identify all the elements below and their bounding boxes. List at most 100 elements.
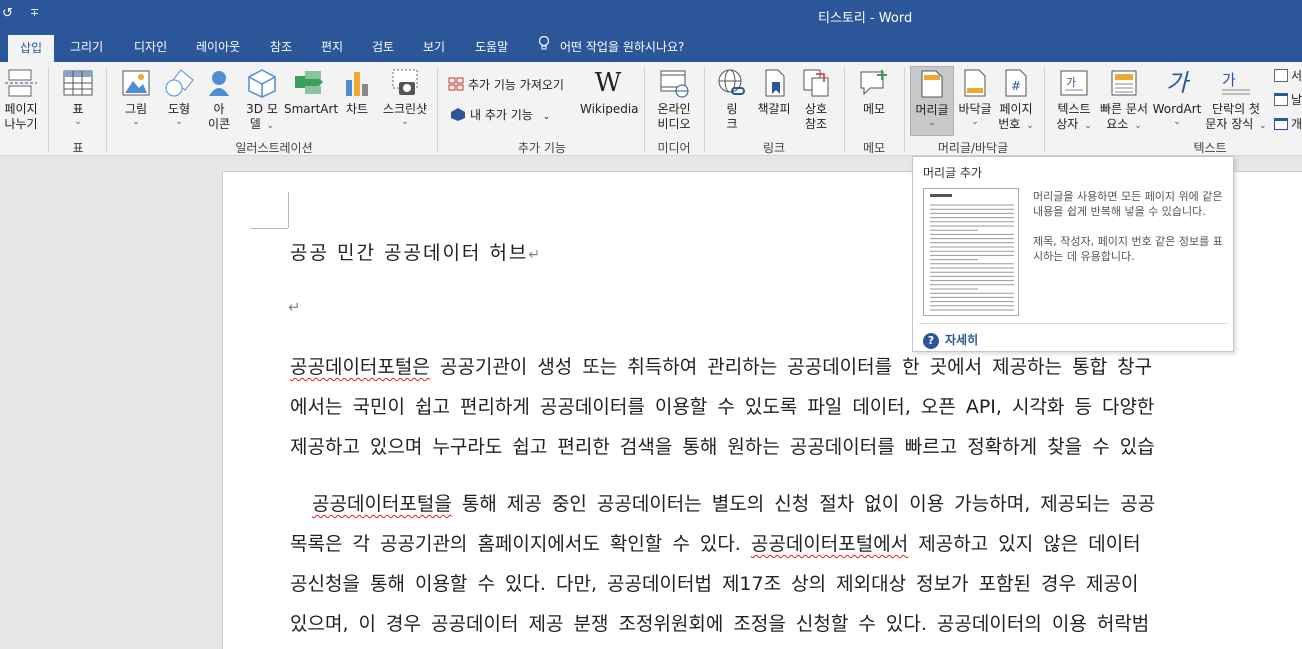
- tell-me-search[interactable]: 어떤 작업을 원하시나요?: [538, 32, 684, 62]
- signature-icon: [1274, 69, 1288, 82]
- page-number-label-1: 페이지: [999, 102, 1033, 116]
- group-separator: [1044, 68, 1045, 152]
- icons-button[interactable]: 아 이콘: [200, 68, 238, 132]
- undo-icon[interactable]: ↺: [2, 6, 13, 21]
- page-break-button[interactable]: 페이지 나누기: [0, 68, 42, 132]
- online-video-label-1: 온라인: [657, 102, 691, 116]
- text-line[interactable]: 있으며, 이 경우 공공데이터 제공 분쟁 조정위원회에 조정을 신청할 수 있…: [290, 609, 1149, 636]
- bookmark-label: 책갈피: [757, 102, 791, 116]
- spelling-error[interactable]: 공공데이터포털은: [290, 356, 430, 378]
- comment-label: 메모: [862, 102, 886, 116]
- spelling-error[interactable]: 공공데이터포털을: [312, 493, 452, 515]
- tab-draw[interactable]: 그리기: [58, 32, 115, 62]
- drop-cap-label-2: 문자 장식: [1205, 117, 1254, 131]
- wikipedia-button[interactable]: W Wikipedia: [580, 68, 639, 117]
- tell-me-more-link[interactable]: ? 자세히: [923, 331, 978, 349]
- date-time-button[interactable]: 날: [1274, 91, 1302, 108]
- group-separator: [844, 68, 845, 152]
- lightbulb-icon: [538, 32, 550, 62]
- document-heading-text: 공공 민간 공공데이터 허브: [290, 242, 529, 264]
- object-icon: [1274, 118, 1288, 130]
- group-label-header-footer: 머리글/바닥글: [937, 141, 1009, 155]
- online-video-label-2: 비디오: [657, 117, 691, 131]
- tab-references[interactable]: 참조: [258, 32, 304, 62]
- online-video-button[interactable]: 온라인 비디오: [650, 68, 698, 132]
- link-label-2: 크: [726, 117, 738, 131]
- picture-label: 그림: [124, 102, 148, 116]
- table-button[interactable]: 표 ⌄: [60, 68, 96, 127]
- object-label: 개: [1291, 117, 1302, 131]
- page-break-label-1: 페이지: [4, 102, 38, 116]
- text-run: 통해 제공 중인 공공데이터는 별도의 신청 절차 없이 이용 가능하며, 제공…: [451, 493, 1156, 515]
- ribbon: 페이지 나누기 표 ⌄ 표 그림 ⌄ 도형 ⌄ 아 이콘 3D 모 델 ⌄ Sm…: [0, 62, 1302, 156]
- text-line[interactable]: 목록은 각 공공기관의 홈페이지에서도 확인할 수 있다. 공공데이터포털에서 …: [290, 529, 1141, 556]
- wordart-button[interactable]: 가 WordArt ⌄: [1152, 68, 1202, 127]
- footer-button[interactable]: 바닥글 ⌄: [954, 68, 996, 127]
- margin-crop-mark: [288, 192, 289, 228]
- group-label-links: 링크: [762, 141, 786, 155]
- text-line[interactable]: 에서는 국민이 쉽고 편리하게 공공데이터를 이용할 수 있도록 파일 데이터,…: [290, 392, 1154, 419]
- text-run: 공공기관이 생성 또는 취득하여 관리하는 공공데이터를 한 곳에서 제공하는 …: [429, 356, 1153, 378]
- header-icon: [916, 69, 948, 99]
- quick-parts-label-2: 요소: [1106, 117, 1129, 131]
- my-addins-button[interactable]: 내 추가 기능 ⌄: [450, 106, 550, 123]
- smartart-button[interactable]: SmartArt: [284, 68, 338, 117]
- header-button[interactable]: 머리글 ⌄: [910, 66, 954, 136]
- customize-quick-access-icon[interactable]: ∓: [30, 6, 39, 19]
- empty-paragraph[interactable]: ↵: [288, 298, 301, 316]
- chevron-down-icon: ⌄: [971, 117, 979, 127]
- text-line[interactable]: 공공데이터포털을 통해 제공 중인 공공데이터는 별도의 신청 절차 없이 이용…: [312, 489, 1155, 516]
- signature-line-button[interactable]: 서: [1274, 67, 1302, 84]
- signature-label: 서: [1291, 69, 1302, 83]
- group-separator: [106, 68, 107, 152]
- tab-mailings[interactable]: 편지: [309, 32, 355, 62]
- wordart-icon: 가: [1165, 69, 1189, 97]
- tell-me-more-label: 자세히: [945, 333, 979, 347]
- link-button[interactable]: 링 크: [712, 68, 752, 132]
- tab-help[interactable]: 도움말: [463, 32, 520, 62]
- chevron-down-icon: ⌄: [74, 117, 82, 127]
- chart-button[interactable]: 차트: [340, 68, 374, 117]
- footer-label: 바닥글: [958, 102, 992, 116]
- text-box-button[interactable]: 가 텍스트 상자 ⌄: [1052, 68, 1096, 132]
- bookmark-button[interactable]: 책갈피: [754, 68, 794, 117]
- text-box-icon: 가: [1058, 68, 1090, 98]
- comment-button[interactable]: 메모: [852, 68, 896, 117]
- screenshot-icon: [389, 68, 421, 98]
- addin-icon: [450, 107, 466, 121]
- group-separator: [704, 68, 705, 152]
- screenshot-button[interactable]: 스크린샷 ⌄: [378, 68, 432, 127]
- text-line[interactable]: 제공하고 있으며 누구라도 쉽고 편리한 검색을 통해 원하는 공공데이터를 빠…: [290, 432, 1155, 459]
- tab-view[interactable]: 보기: [411, 32, 457, 62]
- drop-cap-button[interactable]: 가 단락의 첫 문자 장식 ⌄: [1204, 68, 1268, 132]
- tab-design[interactable]: 디자인: [122, 32, 179, 62]
- chevron-down-icon: ⌄: [1084, 121, 1092, 131]
- page-number-button[interactable]: # 페이지 번호 ⌄: [996, 68, 1036, 132]
- bookmark-icon: [758, 68, 790, 98]
- 3d-models-button[interactable]: 3D 모 델 ⌄: [240, 68, 284, 132]
- picture-button[interactable]: 그림 ⌄: [116, 68, 156, 127]
- group-separator: [644, 68, 645, 152]
- 3d-models-label-2: 델: [249, 117, 261, 131]
- tab-insert[interactable]: 삽입: [8, 35, 55, 62]
- cross-reference-button[interactable]: 상호 참조: [796, 68, 836, 132]
- tab-layout[interactable]: 레이아웃: [184, 32, 252, 62]
- chevron-down-icon: ⌄: [1026, 121, 1034, 131]
- document-heading[interactable]: 공공 민간 공공데이터 허브↵: [290, 238, 542, 265]
- text-line[interactable]: 공신청을 통해 이용할 수 있다. 다만, 공공데이터법 제17조 상의 제외대…: [290, 569, 1139, 596]
- text-line[interactable]: 공공데이터포털은 공공기관이 생성 또는 취득하여 관리하는 공공데이터를 한 …: [290, 352, 1152, 379]
- spelling-error[interactable]: 공공데이터포털에서: [751, 533, 908, 555]
- group-label-addins: 추가 기능: [518, 141, 566, 155]
- icons-icon: [203, 68, 235, 98]
- quick-parts-button[interactable]: 빠른 문서 요소 ⌄: [1096, 68, 1152, 132]
- get-addins-button[interactable]: 추가 기능 가져오기: [448, 76, 564, 93]
- object-button[interactable]: 개: [1274, 115, 1302, 132]
- chevron-down-icon: ⌄: [266, 121, 275, 131]
- group-label-illustrations: 일러스트레이션: [235, 141, 313, 155]
- tooltip-desc-1: 머리글을 사용하면 모든 페이지 위에 같은 내용을 쉽게 반복해 넣을 수 있…: [1033, 190, 1223, 218]
- bar-chart-icon: [341, 68, 373, 98]
- cross-reference-icon: [800, 68, 832, 98]
- cross-reference-label-2: 참조: [804, 117, 828, 131]
- shapes-button[interactable]: 도형 ⌄: [160, 68, 198, 127]
- tab-review[interactable]: 검토: [360, 32, 406, 62]
